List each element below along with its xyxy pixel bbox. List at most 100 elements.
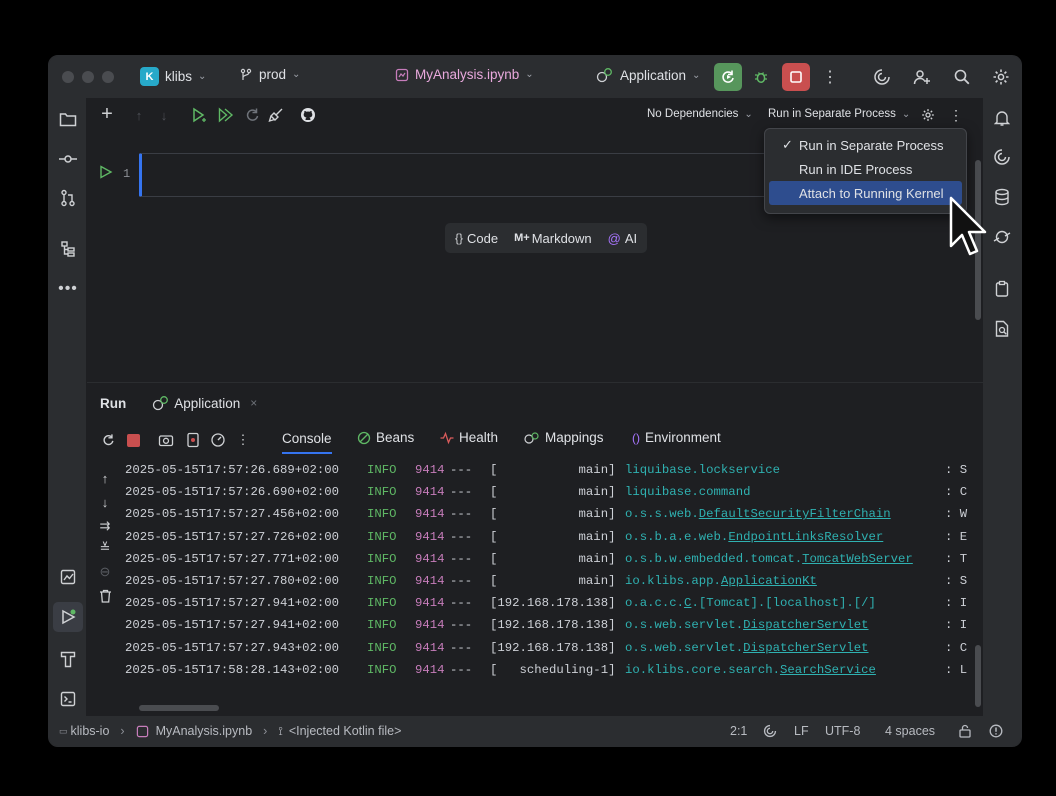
build-hammer-icon[interactable] bbox=[57, 648, 79, 670]
branch-selector[interactable]: prod ⌄ bbox=[239, 67, 300, 82]
menu-item-run-in-ide-process[interactable]: Run in IDE Process bbox=[769, 157, 962, 181]
log-logger-class[interactable]: ApplicationKt bbox=[721, 574, 817, 588]
add-markdown-cell-button[interactable]: M+ Markdown bbox=[514, 231, 592, 246]
console-horizontal-scrollbar[interactable] bbox=[139, 705, 219, 711]
ai-status-icon[interactable] bbox=[763, 724, 777, 738]
project-folder-icon[interactable] bbox=[57, 108, 79, 130]
log-logger[interactable]: liquibase.command bbox=[625, 481, 945, 503]
log-logger-class[interactable]: DefaultSecurityFilterChain bbox=[699, 507, 891, 521]
log-logger[interactable]: io.klibs.app.ApplicationKt bbox=[625, 570, 945, 592]
file-search-icon[interactable] bbox=[991, 318, 1013, 340]
soft-wrap-icon[interactable]: ⇉ bbox=[97, 517, 113, 535]
add-cell-icon[interactable]: + bbox=[97, 103, 117, 125]
debug-button[interactable] bbox=[749, 67, 773, 87]
run-all-icon[interactable] bbox=[217, 105, 235, 125]
more-actions-icon[interactable]: ⋮ bbox=[821, 67, 839, 87]
warning-circle-icon[interactable] bbox=[989, 724, 1003, 738]
chart-icon[interactable] bbox=[57, 566, 79, 588]
close-window-button[interactable] bbox=[62, 71, 74, 83]
ai-chat-icon[interactable] bbox=[991, 146, 1013, 168]
log-logger-class[interactable]: TomcatWebServer bbox=[802, 552, 913, 566]
scroll-down-icon[interactable]: ↓ bbox=[97, 493, 113, 511]
dependencies-selector[interactable]: No Dependencies ⌄ bbox=[647, 108, 753, 120]
log-logger-class[interactable]: DispatcherServlet bbox=[743, 641, 868, 655]
commit-icon[interactable] bbox=[57, 148, 79, 170]
console-output[interactable]: 2025-05-15T17:57:26.689+02:00 INFO 9414 ---… bbox=[125, 459, 973, 702]
pull-requests-icon[interactable] bbox=[57, 187, 79, 209]
profiler-icon[interactable] bbox=[209, 431, 227, 449]
scroll-to-end-icon[interactable]: ≚ bbox=[97, 539, 113, 557]
move-cell-up-icon[interactable]: ↑ bbox=[132, 105, 146, 125]
add-code-cell-button[interactable]: {} Code bbox=[455, 231, 498, 246]
log-logger-class[interactable]: DispatcherServlet bbox=[743, 618, 868, 632]
project-selector[interactable]: K klibs ⌄ bbox=[140, 67, 206, 86]
window-controls[interactable] bbox=[62, 71, 114, 83]
ai-cell-button[interactable]: @ AI bbox=[608, 231, 638, 246]
clear-console-trash-icon[interactable] bbox=[97, 587, 113, 605]
line-separator[interactable]: LF bbox=[794, 724, 809, 738]
notebook-settings-icon[interactable] bbox=[919, 106, 937, 124]
code-cell-input[interactable] bbox=[139, 153, 779, 197]
tab-environment[interactable]: () Environment bbox=[632, 430, 721, 445]
log-logger[interactable]: o.a.c.c.C.[Tomcat].[localhost].[/] bbox=[625, 592, 945, 614]
breadcrumb-context[interactable]: <Injected Kotlin file> bbox=[289, 724, 402, 738]
notifications-bell-icon[interactable] bbox=[991, 107, 1013, 129]
run-cell-gutter-icon[interactable] bbox=[99, 165, 113, 179]
search-icon[interactable] bbox=[951, 66, 973, 88]
endpoints-icon[interactable] bbox=[991, 226, 1013, 248]
camera-icon[interactable] bbox=[157, 431, 175, 449]
close-tab-icon[interactable]: × bbox=[250, 396, 257, 410]
print-icon[interactable]: ⊖ bbox=[97, 563, 113, 581]
stop-icon[interactable] bbox=[124, 431, 142, 449]
structure-icon[interactable] bbox=[57, 238, 79, 260]
tab-console[interactable]: Console bbox=[282, 431, 332, 454]
add-user-icon[interactable] bbox=[911, 66, 933, 88]
log-logger-class[interactable]: EndpointLinksResolver bbox=[728, 530, 883, 544]
minimize-window-button[interactable] bbox=[82, 71, 94, 83]
menu-item-attach-to-running-kernel[interactable]: Attach to Running Kernel bbox=[769, 181, 962, 205]
clipboard-icon[interactable] bbox=[991, 278, 1013, 300]
menu-item-run-in-separate-process[interactable]: ✓ Run in Separate Process bbox=[769, 133, 962, 157]
caret-position[interactable]: 2:1 bbox=[730, 724, 747, 738]
terminal-icon[interactable] bbox=[57, 688, 79, 710]
maximize-window-button[interactable] bbox=[102, 71, 114, 83]
notebook-more-icon[interactable]: ⋮ bbox=[949, 105, 963, 125]
run-tool-window-icon[interactable] bbox=[53, 602, 83, 632]
github-icon[interactable] bbox=[299, 105, 317, 125]
scroll-up-icon[interactable]: ↑ bbox=[97, 469, 113, 487]
log-logger-class[interactable]: SearchService bbox=[780, 663, 876, 677]
indent-setting[interactable]: 4 spaces bbox=[885, 724, 935, 738]
rerun-icon[interactable] bbox=[99, 431, 117, 449]
log-logger[interactable]: o.s.b.w.embedded.tomcat.TomcatWebServer bbox=[625, 548, 945, 570]
log-logger[interactable]: o.s.b.a.e.web.EndpointLinksResolver bbox=[625, 526, 945, 548]
log-logger[interactable]: o.s.web.servlet.DispatcherServlet bbox=[625, 614, 945, 636]
heap-dump-icon[interactable] bbox=[184, 431, 202, 449]
lock-icon[interactable] bbox=[958, 724, 972, 738]
stop-button[interactable] bbox=[782, 63, 810, 91]
settings-gear-icon[interactable] bbox=[990, 66, 1012, 88]
log-logger[interactable]: o.s.s.web.DefaultSecurityFilterChain bbox=[625, 503, 945, 525]
run-tab-application[interactable]: Application × bbox=[152, 395, 257, 411]
breadcrumb-project[interactable]: klibs-io bbox=[71, 724, 110, 738]
console-scrollbar[interactable] bbox=[975, 645, 981, 707]
log-logger[interactable]: io.klibs.core.search.SearchService bbox=[625, 659, 945, 681]
log-logger[interactable]: o.s.web.servlet.DispatcherServlet bbox=[625, 637, 945, 659]
database-icon[interactable] bbox=[991, 186, 1013, 208]
breadcrumb-file[interactable]: MyAnalysis.ipynb bbox=[156, 724, 253, 738]
tab-health[interactable]: Health bbox=[440, 430, 498, 445]
file-encoding[interactable]: UTF-8 bbox=[825, 724, 860, 738]
more-tools-icon[interactable]: ••• bbox=[57, 278, 79, 300]
rerun-button[interactable] bbox=[714, 63, 742, 91]
ai-assistant-icon[interactable] bbox=[871, 66, 893, 88]
run-cell-icon[interactable] bbox=[191, 105, 209, 125]
move-cell-down-icon[interactable]: ↓ bbox=[157, 105, 171, 125]
tab-beans[interactable]: Beans bbox=[357, 430, 414, 445]
run-configuration-selector[interactable]: Application ⌄ bbox=[596, 67, 700, 83]
tab-mappings[interactable]: Mappings bbox=[524, 430, 604, 445]
run-mode-selector[interactable]: Run in Separate Process ⌄ bbox=[768, 108, 910, 120]
run-more-icon[interactable]: ⋮ bbox=[237, 430, 250, 450]
clear-outputs-icon[interactable] bbox=[267, 105, 285, 125]
log-logger[interactable]: liquibase.lockservice bbox=[625, 459, 945, 481]
file-selector[interactable]: MyAnalysis.ipynb ⌄ bbox=[395, 67, 534, 82]
restart-kernel-icon[interactable] bbox=[243, 105, 261, 125]
